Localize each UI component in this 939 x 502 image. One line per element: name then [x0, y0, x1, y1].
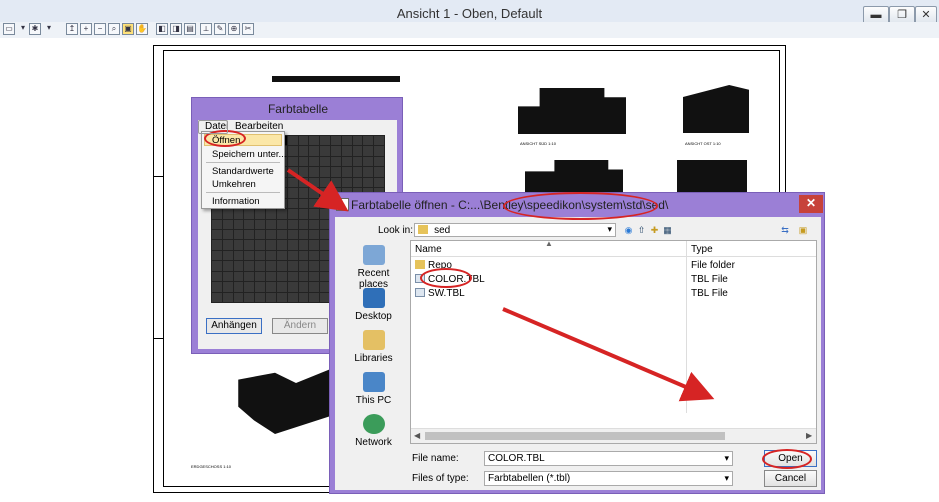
annotation-arrows — [286, 168, 715, 402]
arrow-to-open — [502, 307, 715, 402]
arrow-to-dialog — [286, 168, 349, 212]
